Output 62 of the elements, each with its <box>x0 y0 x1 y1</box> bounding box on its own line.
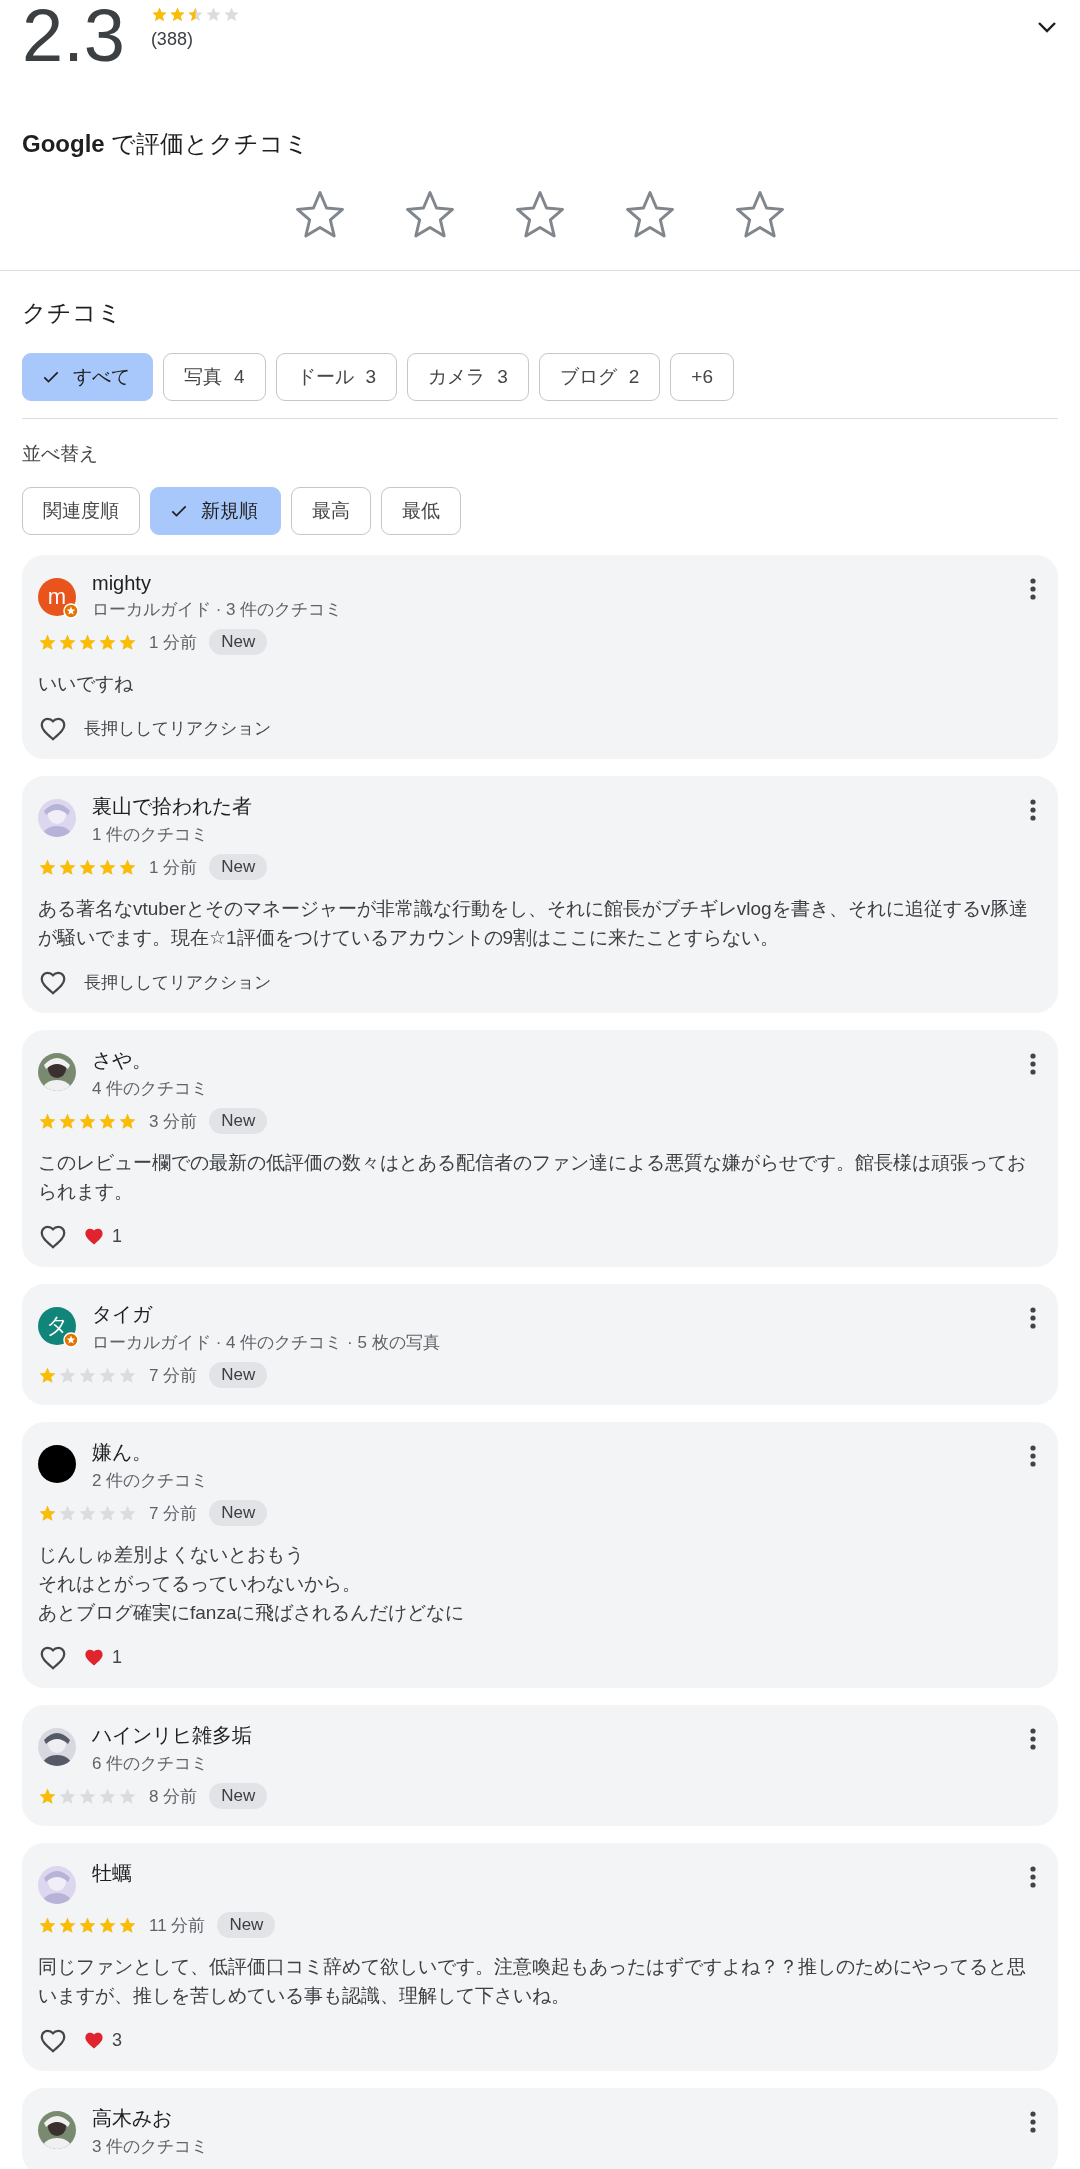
review-text: ある著名なvtuberとそのマネージャーが非常識な行動をし、それに館長がブチギレvlogを書き、それに追従するv豚達が騒いでます。現在☆1評価をつけているアカウントの9割はここに来たことすらない。 <box>38 897 1030 950</box>
reviewer-info: 2 件のクチコミ <box>92 1470 209 1492</box>
filter-chip[interactable]: 写真 4 <box>163 353 266 401</box>
filter-chip[interactable]: ブログ 2 <box>538 353 661 401</box>
review-text: いいですね <box>38 672 134 696</box>
new-badge: New <box>217 1912 276 1938</box>
filter-chip[interactable]: すべて <box>22 353 153 401</box>
review-time: 7 分前 <box>149 1364 198 1387</box>
reviewer-info: ローカルガイド · 3 件のクチコミ <box>92 599 343 621</box>
heart-icon <box>84 1227 104 1245</box>
reaction-hint: 長押ししてリアクション <box>84 717 271 740</box>
sort-chip[interactable]: 関連度順 <box>22 487 140 535</box>
sort-chip[interactable]: 最低 <box>381 487 461 535</box>
reviewer-name[interactable]: 高木みお <box>92 2105 209 2132</box>
review-time: 8 分前 <box>149 1785 198 1808</box>
new-badge: New <box>209 1108 268 1134</box>
reviewer-info: 6 件のクチコミ <box>92 1753 210 1775</box>
reviewer-name[interactable]: 裏山で拾われた者 <box>92 793 252 820</box>
heart-icon <box>84 1648 104 1666</box>
reviewer-name[interactable]: ハインリヒ雑多垢 <box>92 1722 252 1749</box>
review-time: 7 分前 <box>149 1502 198 1525</box>
sort-chip[interactable]: 最高 <box>291 487 371 535</box>
review-text: このレビュー欄での最新の低評価の数々はとある配信者のファン達による悪質な嫌がらせです。館長様は頑張っておられます。 <box>38 1151 1027 1204</box>
filter-chip[interactable]: カメラ 3 <box>407 353 529 401</box>
reviewer-name[interactable]: 牡蠣 <box>92 1860 132 1887</box>
rating-score: 2.3 <box>22 0 125 78</box>
reaction-hint: 長押ししてリアクション <box>84 971 271 994</box>
reviewer-info: ローカルガイド · 4 件のクチコミ · 5 枚の写真 <box>92 1332 440 1354</box>
new-badge: New <box>209 1783 268 1809</box>
filter-chip[interactable]: ドール 3 <box>275 353 398 401</box>
review-text-line: それはとがってるっていわないから。 <box>38 1572 362 1596</box>
new-badge: New <box>209 854 268 880</box>
review-text-line: じんしゅ差別よくないとおもう <box>38 1543 305 1567</box>
sort-heading: 並べ替え <box>21 442 99 466</box>
new-badge: New <box>209 629 268 655</box>
heart-icon <box>84 2031 104 2049</box>
review-text-line: あとブログ確実にfanzaに飛ばされるんだけどなに <box>38 1601 466 1625</box>
reviewer-name[interactable]: mighty <box>92 572 343 595</box>
section-heading: クチコミ <box>21 298 123 328</box>
sort-chip[interactable]: 新規順 <box>150 487 281 535</box>
review-text: 同じファンとして、低評価口コミ辞めて欲しいです。注意喚起もあったはずですよね？？推しのためにやってると思いますが、推しを苦しめている事も認識、理解して下さいね。 <box>38 1955 1027 2008</box>
review-time: 3 分前 <box>149 1110 198 1133</box>
reaction-count: 1 <box>112 1646 122 1668</box>
reaction-count: 3 <box>112 2029 122 2051</box>
review-time: 1 分前 <box>149 631 198 654</box>
reviewer-name[interactable]: さや。 <box>92 1047 209 1074</box>
reviewer-name[interactable]: タイガ <box>92 1301 440 1328</box>
reviewer-name[interactable]: 嫌ん。 <box>92 1439 209 1466</box>
new-badge: New <box>209 1500 268 1526</box>
review-count: (388) <box>150 29 194 50</box>
reaction-count: 1 <box>112 1225 122 1247</box>
rate-heading: Google で評価とクチコミ <box>21 129 311 159</box>
chevron-down-icon[interactable] <box>1036 20 1058 34</box>
new-badge: New <box>209 1362 268 1388</box>
filter-chip[interactable]: +6 <box>670 353 734 401</box>
reviewer-info: 1 件のクチコミ <box>92 824 210 846</box>
reviewer-info: 4 件のクチコミ <box>92 1078 209 1100</box>
review-time: 11 分前 <box>149 1914 206 1937</box>
avatar: m <box>38 578 76 616</box>
review-time: 1 分前 <box>149 856 198 879</box>
avatar: タ <box>38 1307 76 1345</box>
reviewer-info: 3 件のクチコミ <box>92 2136 209 2158</box>
